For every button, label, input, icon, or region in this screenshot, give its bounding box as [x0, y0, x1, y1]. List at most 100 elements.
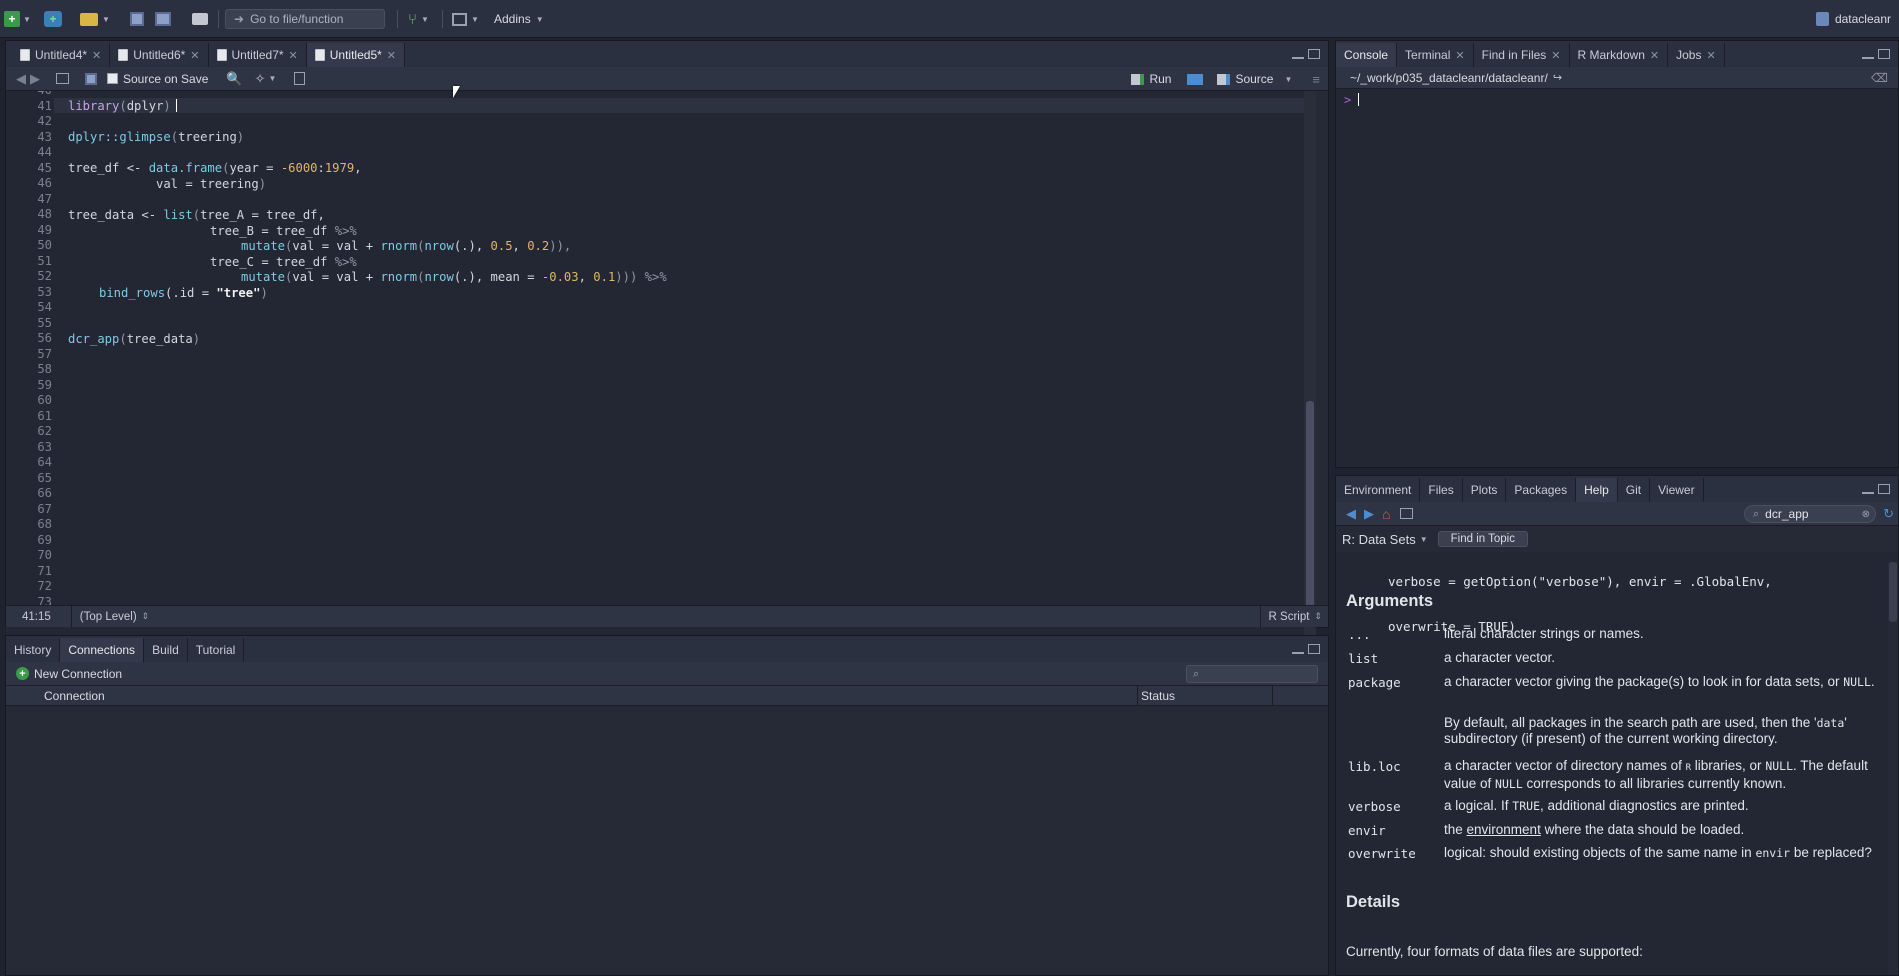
- arg-name: ...: [1348, 627, 1371, 642]
- line-number: 70: [37, 548, 52, 562]
- minimize-icon[interactable]: [1292, 650, 1304, 654]
- working-directory[interactable]: ~/_work/p035_datacleanr/datacleanr/: [1350, 71, 1548, 85]
- tab-console[interactable]: Console: [1336, 43, 1398, 67]
- show-in-window-icon[interactable]: [1400, 508, 1414, 519]
- tab-help[interactable]: Help: [1576, 478, 1618, 502]
- connections-search-input[interactable]: ⌕: [1186, 665, 1318, 683]
- topic-selector[interactable]: R: Data Sets ▼: [1342, 532, 1428, 547]
- help-scroll-thumb[interactable]: [1889, 562, 1897, 622]
- scope-selector[interactable]: (Top Level) ⇕: [70, 605, 149, 628]
- new-file-button[interactable]: + ▼: [4, 8, 31, 30]
- tab-label: Environment: [1344, 483, 1412, 497]
- compile-report-icon[interactable]: [294, 72, 306, 85]
- pane-window-controls: [1862, 49, 1890, 59]
- close-icon[interactable]: ✕: [92, 49, 101, 62]
- new-connection-button[interactable]: + New Connection: [16, 667, 122, 681]
- clear-search-icon[interactable]: ⊗: [1862, 509, 1870, 520]
- chevron-down-icon[interactable]: ▼: [268, 74, 276, 83]
- goto-file-input[interactable]: ➜ Go to file/function: [225, 8, 385, 30]
- print-icon: [192, 13, 208, 25]
- close-icon[interactable]: ✕: [289, 49, 298, 62]
- show-in-window-icon[interactable]: [56, 73, 69, 84]
- tab-history[interactable]: History: [6, 638, 61, 662]
- save-button[interactable]: [130, 8, 144, 30]
- close-icon[interactable]: ✕: [387, 49, 396, 62]
- close-icon[interactable]: ✕: [190, 49, 199, 62]
- help-search-input[interactable]: ⌕ dcr_app ⊗: [1744, 505, 1876, 523]
- tab-jobs[interactable]: Jobs ✕: [1668, 43, 1725, 67]
- tab-tutorial[interactable]: Tutorial: [187, 638, 245, 662]
- tab-build[interactable]: Build: [144, 638, 188, 662]
- search-icon[interactable]: 🔍: [226, 71, 242, 87]
- maximize-icon[interactable]: [1878, 484, 1890, 494]
- minimize-icon[interactable]: [1862, 55, 1874, 59]
- tab-find-in-files[interactable]: Find in Files ✕: [1473, 43, 1570, 67]
- cursor-position: 41:15: [22, 610, 51, 623]
- close-icon[interactable]: ✕: [1455, 49, 1464, 62]
- go-to-directory-icon[interactable]: ↪: [1553, 71, 1562, 84]
- new-connection-label: New Connection: [34, 666, 123, 681]
- code-token: val = treering: [156, 177, 259, 191]
- column-header-status[interactable]: Status: [1141, 689, 1175, 703]
- outline-icon[interactable]: ≡: [1312, 72, 1320, 87]
- filetype-selector[interactable]: R Script ⇕: [1259, 605, 1322, 628]
- back-icon[interactable]: ◀: [16, 71, 26, 87]
- vcs-button[interactable]: ⑂ ▼: [408, 8, 429, 30]
- maximize-icon[interactable]: [1308, 49, 1320, 59]
- tab-r-markdown[interactable]: R Markdown ✕: [1569, 43, 1669, 67]
- close-icon[interactable]: ✕: [1650, 49, 1659, 62]
- close-icon[interactable]: ✕: [1551, 49, 1560, 62]
- code-token: tree_C = tree_df: [210, 255, 335, 269]
- forward-icon[interactable]: ▶: [30, 71, 40, 87]
- maximize-icon[interactable]: [1878, 49, 1890, 59]
- tab-terminal[interactable]: Terminal ✕: [1397, 43, 1474, 67]
- code-editor[interactable]: 4041424344454647484950515253545556575859…: [6, 91, 1316, 651]
- new-project-button[interactable]: +: [44, 8, 62, 30]
- help-content[interactable]: verbose = getOption("verbose"), envir = …: [1336, 552, 1898, 975]
- tab-git[interactable]: Git: [1617, 478, 1651, 502]
- magic-wand-icon[interactable]: ✧: [255, 71, 266, 87]
- editor-tab-untitled6[interactable]: Untitled6* ✕: [110, 43, 209, 67]
- tab-plots[interactable]: Plots: [1462, 478, 1507, 502]
- project-menu[interactable]: datacleanr: [1815, 8, 1891, 30]
- maximize-icon[interactable]: [1308, 644, 1320, 654]
- forward-icon[interactable]: ▶: [1364, 506, 1374, 522]
- open-file-button[interactable]: ▼: [80, 8, 110, 30]
- clear-console-icon[interactable]: ⌫: [1871, 71, 1888, 85]
- tab-label: Packages: [1514, 483, 1568, 497]
- refresh-icon[interactable]: ↻: [1883, 506, 1894, 522]
- save-icon[interactable]: [85, 72, 97, 85]
- editor-scrollbar[interactable]: [1304, 91, 1316, 651]
- console-output[interactable]: >: [1336, 89, 1898, 467]
- tab-files[interactable]: Files: [1420, 478, 1463, 502]
- addins-menu[interactable]: Addins ▼: [494, 8, 544, 30]
- pane-layout-button[interactable]: ▼: [452, 8, 479, 30]
- tab-environment[interactable]: Environment: [1336, 478, 1421, 502]
- tab-packages[interactable]: Packages: [1506, 478, 1577, 502]
- editor-tab-untitled4[interactable]: Untitled4* ✕: [12, 43, 111, 67]
- editor-tab-untitled5[interactable]: Untitled5* ✕: [306, 43, 405, 67]
- editor-scroll-thumb[interactable]: [1306, 401, 1314, 621]
- help-scrollbar[interactable]: [1888, 562, 1898, 975]
- print-button[interactable]: [192, 8, 208, 30]
- code-line-43: dplyr::glimpse(treering): [68, 130, 244, 144]
- line-number: 41: [37, 98, 52, 113]
- find-in-topic-button[interactable]: Find in Topic: [1437, 531, 1528, 547]
- home-icon[interactable]: ⌂: [1382, 506, 1390, 522]
- source-on-save-checkbox[interactable]: [107, 73, 118, 84]
- close-icon[interactable]: ✕: [1706, 49, 1715, 62]
- run-button[interactable]: Run: [1131, 72, 1171, 86]
- environment-link[interactable]: environment: [1467, 822, 1541, 837]
- minimize-icon[interactable]: [1862, 490, 1874, 494]
- minimize-icon[interactable]: [1292, 55, 1304, 59]
- back-icon[interactable]: ◀: [1346, 506, 1356, 522]
- desc-code: envir: [1755, 846, 1791, 860]
- connections-table-header: Connection Status: [6, 686, 1328, 706]
- tab-viewer[interactable]: Viewer: [1650, 478, 1704, 502]
- rerun-button[interactable]: [1187, 73, 1204, 85]
- column-header-connection[interactable]: Connection: [44, 689, 105, 703]
- source-button[interactable]: Source ▼: [1217, 72, 1292, 86]
- save-all-button[interactable]: [155, 8, 171, 30]
- editor-tab-untitled7[interactable]: Untitled7* ✕: [208, 43, 307, 67]
- tab-connections[interactable]: Connections: [60, 638, 145, 662]
